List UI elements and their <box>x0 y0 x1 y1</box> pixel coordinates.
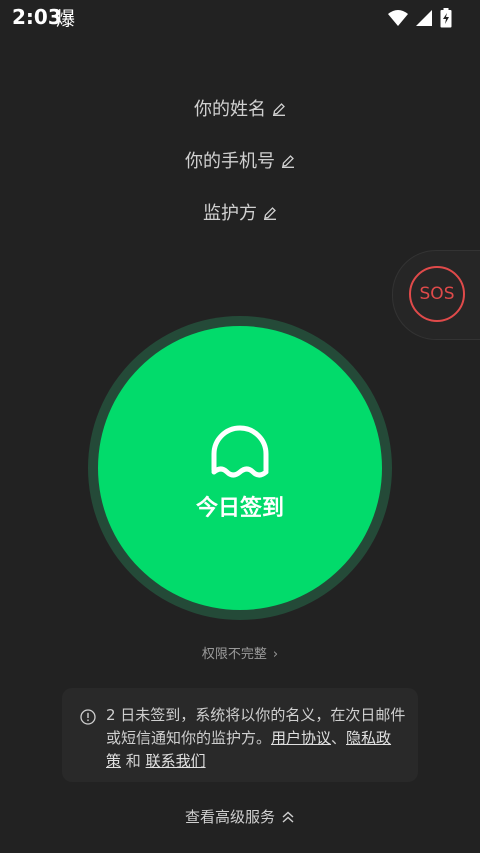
advanced-services-button[interactable]: 查看高级服务 <box>0 806 480 828</box>
sos-button[interactable]: SOS <box>409 266 465 322</box>
chevron-right-icon: › <box>272 647 279 662</box>
separator: 、 <box>331 729 347 747</box>
status-icons <box>388 8 452 28</box>
double-chevron-up-icon <box>281 810 295 828</box>
phone-field[interactable]: 你的手机号 <box>0 147 480 173</box>
user-agreement-link[interactable]: 用户协议 <box>271 729 331 747</box>
checkin-button[interactable]: 今日签到 <box>98 326 382 610</box>
permission-label: 权限不完整 <box>201 647 267 662</box>
permission-link[interactable]: 权限不完整 › <box>0 643 480 662</box>
guardian-label: 监护方 <box>203 203 257 224</box>
separator: 和 <box>121 752 146 770</box>
notice-card: 2 日未签到，系统将以你的名义，在次日邮件或短信通知你的监护方。用户协议、隐私政… <box>62 688 418 782</box>
name-label: 你的姓名 <box>194 99 266 120</box>
notification-icon: 爆 <box>56 8 76 30</box>
pencil-icon <box>281 152 295 173</box>
status-time: 2:03 <box>12 5 62 29</box>
pencil-icon <box>272 100 286 121</box>
sos-tab: SOS <box>392 250 480 340</box>
guardian-field[interactable]: 监护方 <box>0 199 480 225</box>
status-bar: 2:03 爆 <box>0 0 480 34</box>
wifi-icon <box>388 10 408 26</box>
ghost-icon <box>211 425 269 478</box>
battery-charging-icon <box>440 8 452 28</box>
contact-us-link[interactable]: 联系我们 <box>146 752 206 770</box>
notice-text: 2 日未签到，系统将以你的名义，在次日邮件或短信通知你的监护方。用户协议、隐私政… <box>106 704 406 773</box>
phone-label: 你的手机号 <box>185 151 275 172</box>
advanced-label: 查看高级服务 <box>184 808 275 826</box>
checkin-label: 今日签到 <box>195 496 284 521</box>
pencil-icon <box>263 204 277 225</box>
signal-icon <box>416 10 432 26</box>
info-icon <box>80 709 96 725</box>
name-field[interactable]: 你的姓名 <box>0 95 480 121</box>
